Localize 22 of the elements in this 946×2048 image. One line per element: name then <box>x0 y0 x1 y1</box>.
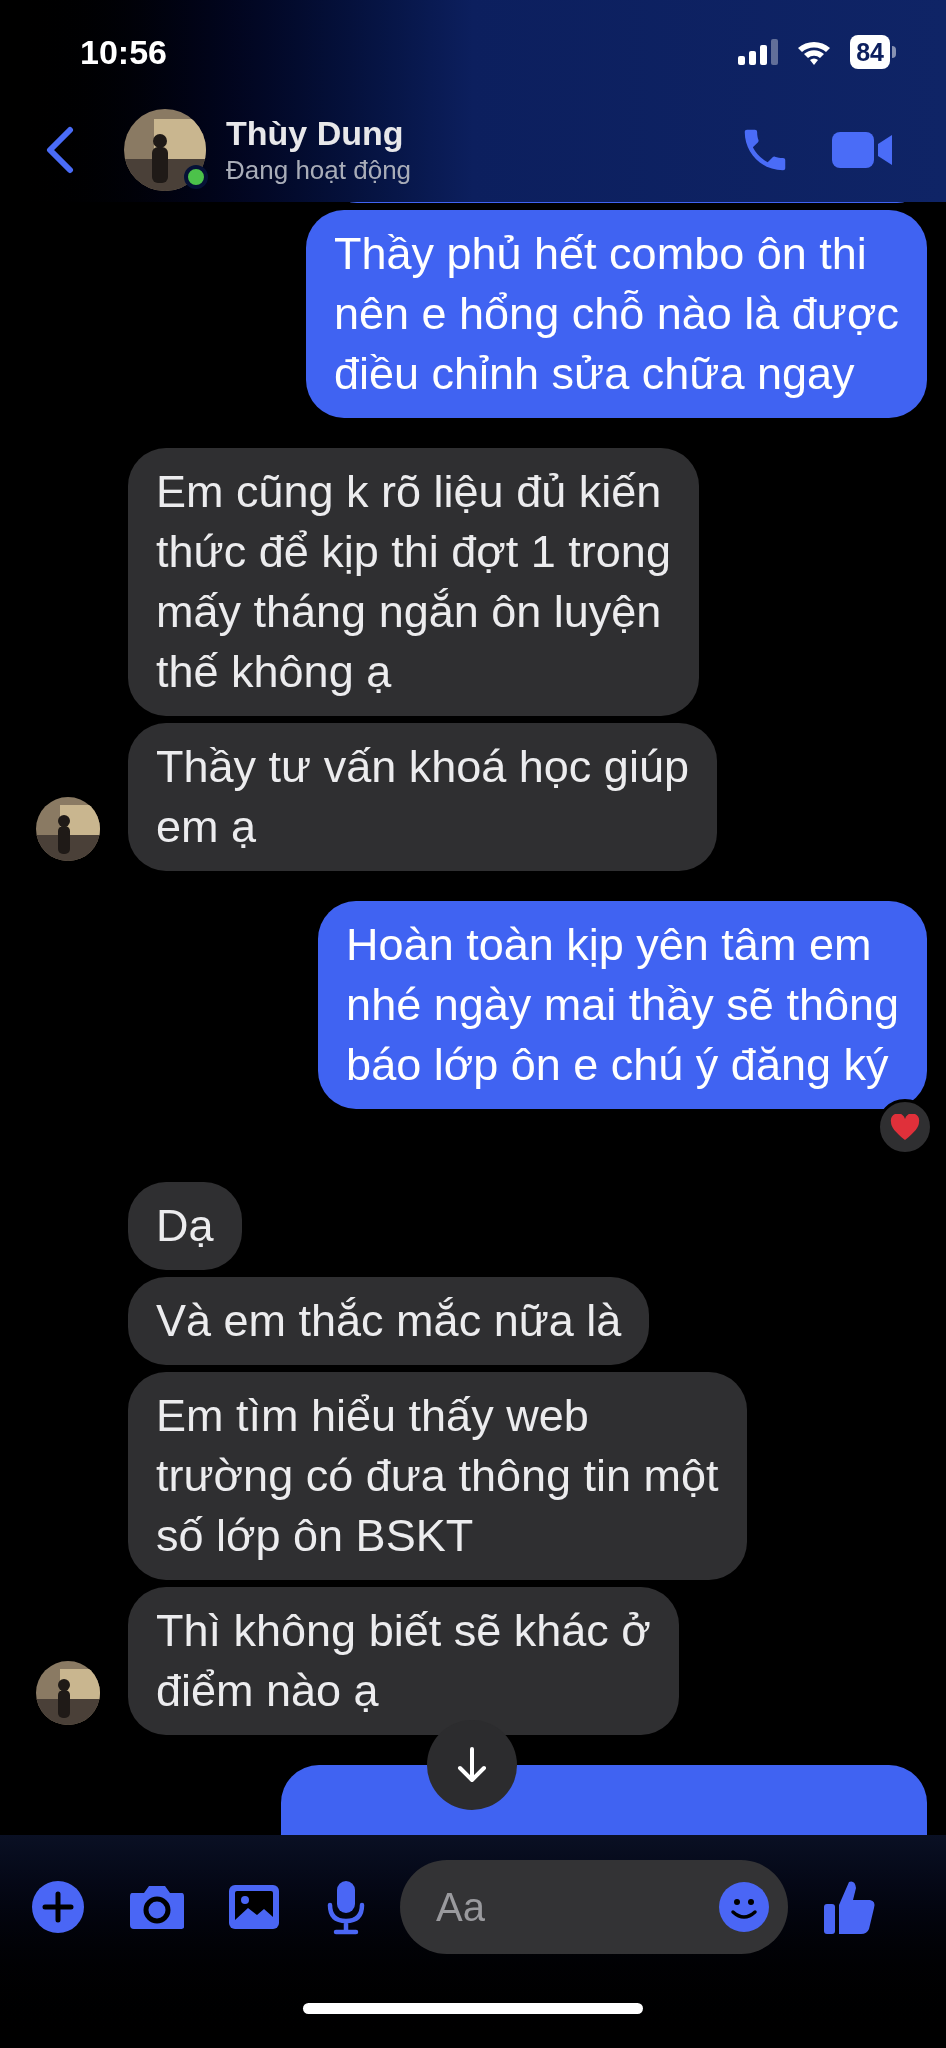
contact-name: Thùy Dung <box>226 113 405 153</box>
message-input[interactable]: Aa <box>400 1860 788 1954</box>
received-message: Em cũng k rõ liệu đủ kiến thức để kịp thi đợt 1 trong mấy tháng ngắn ôn luyện thế không ạ <box>128 448 699 716</box>
received-message: Em tìm hiểu thấy web trường có đưa thông tin một số lớp ôn BSKT <box>128 1372 747 1580</box>
received-message: Và em thắc mắc nữa là <box>128 1277 650 1365</box>
sent-message: Thầy phủ hết combo ôn thi nên e hổng chỗ nào là được điều chỉnh sửa chữa ngay <box>305 210 927 418</box>
camera-icon[interactable] <box>128 1883 186 1931</box>
microphone-icon[interactable] <box>326 1879 366 1935</box>
received-message: Thì không biết sẽ khác ở điểm nào ạ <box>128 1587 679 1735</box>
plus-icon[interactable] <box>30 1879 86 1935</box>
battery-level: 84 <box>850 35 890 69</box>
sent-message: Hoàn toàn kịp yên tâm em nhé ngày mai thầy sẽ thông báo lớp ôn e chú ý đăng ký <box>318 901 927 1109</box>
active-status: Đang hoạt động <box>226 154 412 187</box>
image-icon[interactable] <box>228 1884 280 1930</box>
clock-time: 10:56 <box>80 31 167 73</box>
signal-icon <box>738 39 779 65</box>
battery-tip-icon <box>892 46 896 58</box>
received-message: Thầy tư vấn khoá học giúp em ạ <box>128 723 717 871</box>
emoji-icon[interactable] <box>718 1881 770 1933</box>
heart-icon <box>890 1113 920 1141</box>
received-message: Dạ <box>128 1182 242 1270</box>
video-camera-icon[interactable] <box>832 130 894 170</box>
